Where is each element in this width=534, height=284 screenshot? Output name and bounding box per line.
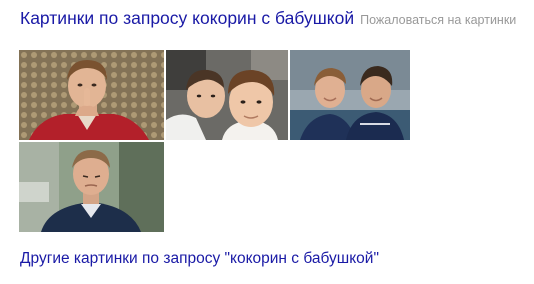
thumbnail-1-photo: [19, 50, 164, 140]
image-thumbnail-2[interactable]: [166, 50, 288, 140]
more-images-link[interactable]: Другие картинки по запросу "кокорин с ба…: [20, 250, 379, 268]
report-images-link[interactable]: Пожаловаться на картинки: [360, 13, 516, 27]
thumbnail-3-photo: [290, 50, 410, 140]
image-thumbnail-1[interactable]: [19, 50, 164, 140]
image-results-title-link[interactable]: Картинки по запросу кокорин с бабушкой: [20, 8, 354, 28]
thumbnail-4-photo: [19, 142, 164, 232]
image-thumbnail-4[interactable]: [19, 142, 164, 232]
results-header: Картинки по запросу кокорин с бабушкой По…: [20, 8, 516, 29]
image-thumbnail-3[interactable]: [290, 50, 410, 140]
thumbnail-2-photo: [166, 50, 288, 140]
